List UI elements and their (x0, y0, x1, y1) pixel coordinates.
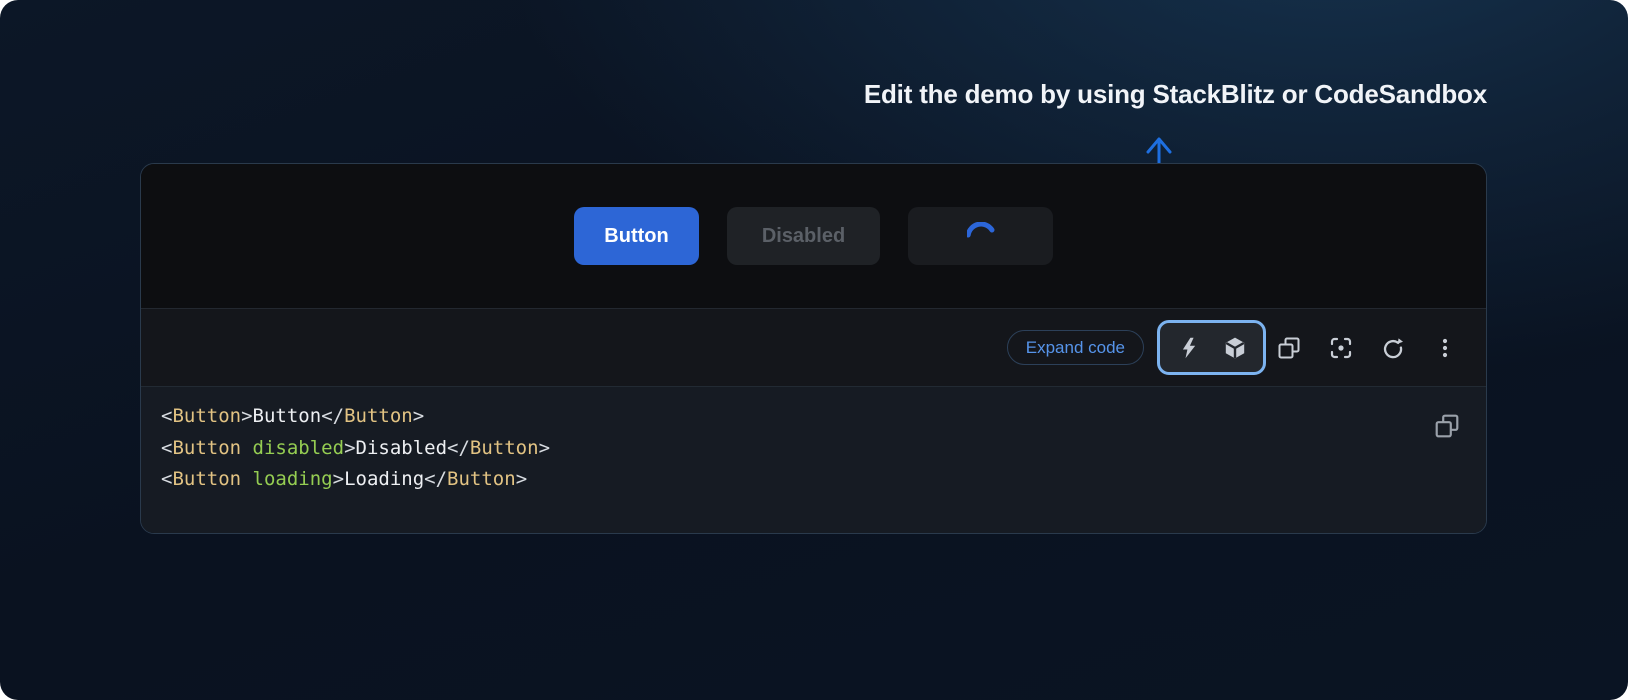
demo-button-disabled[interactable]: Disabled (727, 207, 880, 265)
page-background: Edit the demo by using StackBlitz or Cod… (0, 0, 1628, 700)
code-block: <Button>Button</Button><Button disabled>… (141, 387, 1486, 533)
demo-card: Button Disabled Expand code (140, 163, 1487, 534)
kebab-menu-icon[interactable] (1432, 335, 1458, 361)
editor-buttons-group (1157, 320, 1266, 375)
demo-preview: Button Disabled (141, 164, 1486, 308)
copy-code-icon[interactable] (1434, 413, 1460, 439)
codesandbox-icon[interactable] (1223, 336, 1247, 360)
copy-icon[interactable] (1276, 335, 1302, 361)
expand-code-button[interactable]: Expand code (1007, 330, 1144, 365)
code-lines: <Button>Button</Button><Button disabled>… (161, 401, 1486, 496)
annotation-text: Edit the demo by using StackBlitz or Cod… (864, 79, 1487, 110)
demo-button-primary[interactable]: Button (574, 207, 699, 265)
demo-toolbar: Expand code (141, 308, 1486, 387)
loading-spinner-icon (967, 222, 995, 250)
demo-button-loading[interactable] (908, 207, 1053, 265)
refresh-icon[interactable] (1380, 335, 1406, 361)
scan-icon[interactable] (1328, 335, 1354, 361)
thunderbolt-icon[interactable] (1177, 336, 1201, 360)
